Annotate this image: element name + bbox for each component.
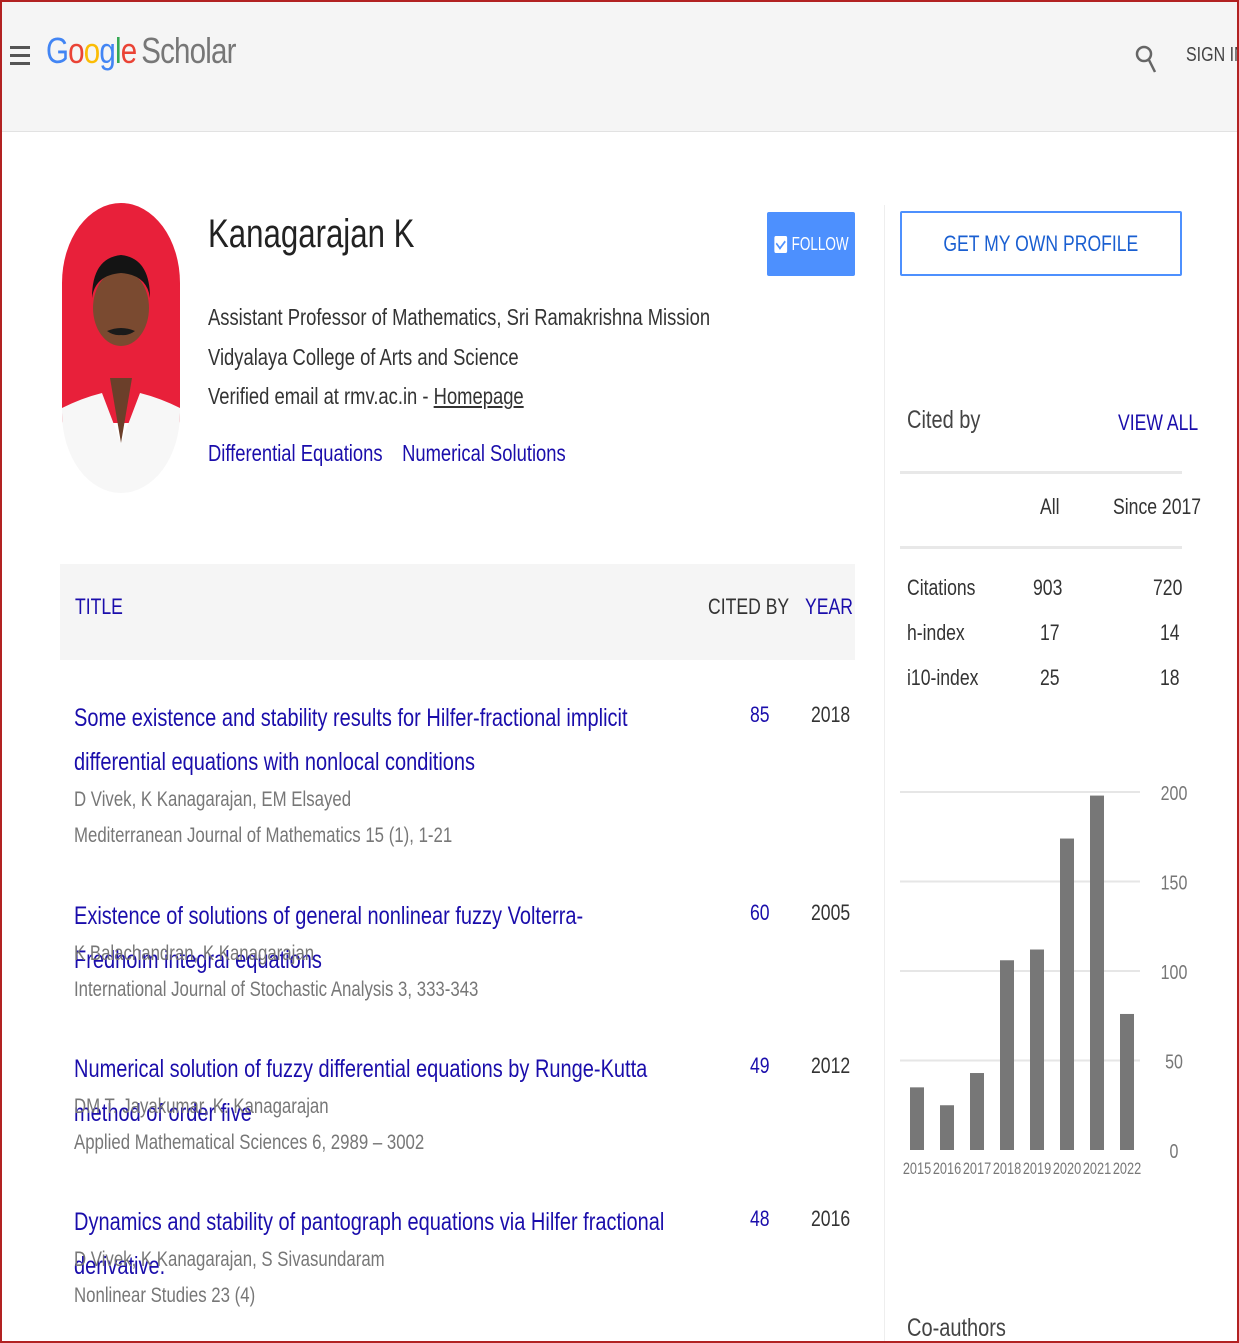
stat-label: h-index (907, 620, 965, 645)
stat-since: 14 (1160, 620, 1180, 645)
chart-svg: 0 50 100 150 200 2015 2016 2017 2018 2019 2020 2021… (900, 782, 1188, 1179)
article-authors: D Vivek, K Kanagarajan, S Sivasundaram (74, 1248, 385, 1271)
article-venue: International Journal of Stochastic Anal… (74, 978, 479, 1001)
search-icon[interactable] (1134, 42, 1158, 76)
follow-button[interactable]: FOLLOW (767, 212, 855, 276)
x-tick-label: 2015 (903, 1159, 931, 1178)
profile-affiliation: Assistant Professor of Mathematics, Sri … (208, 304, 711, 370)
x-tick-label: 2021 (1083, 1159, 1111, 1178)
stat-label: Citations (907, 575, 976, 600)
divider (900, 471, 1182, 474)
x-tick-label: 2018 (993, 1159, 1021, 1178)
article-year: 2005 (811, 900, 851, 925)
divider (900, 546, 1182, 549)
profile-email: Verified email at rmv.ac.in - Homepage (208, 383, 524, 409)
mail-check-icon (773, 235, 787, 253)
cited-by-count[interactable]: 60 (750, 900, 770, 926)
top-bar: GoogleScholar SIGN IN (0, 0, 1239, 132)
table-row: Dynamics and stability of pantograph equ… (74, 1200, 854, 1320)
stat-all: 903 (1033, 575, 1063, 600)
x-tick-label: 2020 (1053, 1159, 1081, 1178)
y-tick-label: 200 (1161, 782, 1188, 804)
article-title-link[interactable]: Existence of solutions of general nonlin… (74, 894, 666, 982)
chart-bar (1120, 1013, 1134, 1150)
article-year: 2018 (811, 702, 851, 727)
article-authors: DM T. Jayakumar, K. Kanagarajan (74, 1095, 329, 1118)
chart-bar (1090, 795, 1104, 1150)
chart-bar (1000, 960, 1014, 1150)
article-venue: Mediterranean Journal of Mathematics 15 … (74, 824, 453, 847)
chart-bar (910, 1087, 924, 1150)
menu-icon[interactable] (10, 46, 30, 68)
sign-in-link[interactable]: SIGN IN (1186, 44, 1239, 67)
sort-by-cited[interactable]: CITED BY (708, 594, 789, 620)
stat-since: 18 (1160, 665, 1180, 690)
chart-bar (940, 1105, 954, 1150)
article-year: 2012 (811, 1053, 851, 1078)
table-row: Some existence and stability results for… (74, 696, 854, 856)
table-row: Existence of solutions of general nonlin… (74, 894, 854, 1014)
coauthors-heading: Co-authors (907, 1314, 1006, 1342)
chart-bar (970, 1073, 984, 1150)
interest-link[interactable]: Numerical Solutions (402, 440, 566, 466)
article-authors: K Balachandran, K Kanagarajan (74, 942, 315, 965)
stat-since: 720 (1153, 575, 1183, 600)
y-tick-label: 150 (1161, 872, 1188, 894)
article-venue: Applied Mathematical Sciences 6, 2989 – … (74, 1131, 425, 1154)
homepage-link[interactable]: Homepage (434, 383, 524, 409)
article-title-link[interactable]: Dynamics and stability of pantograph equ… (74, 1200, 666, 1288)
cited-by-count[interactable]: 85 (750, 702, 770, 728)
article-authors: D Vivek, K Kanagarajan, EM Elsayed (74, 788, 352, 811)
sort-by-year[interactable]: YEAR (805, 594, 853, 620)
chart-bar (1030, 949, 1044, 1150)
cited-by-count[interactable]: 49 (750, 1053, 770, 1079)
view-all-link[interactable]: VIEW ALL (1118, 410, 1198, 436)
stat-all: 25 (1040, 665, 1060, 690)
article-title-link[interactable]: Numerical solution of fuzzy differential… (74, 1047, 666, 1135)
column-header-all: All (1040, 494, 1060, 519)
profile-name: Kanagarajan K (208, 212, 415, 256)
sort-by-title[interactable]: TITLE (75, 594, 123, 620)
column-header-since: Since 2017 (1113, 494, 1202, 519)
article-venue: Nonlinear Studies 23 (4) (74, 1284, 256, 1307)
cited-by-heading: Cited by (907, 406, 981, 434)
sidebar-divider (884, 205, 885, 1343)
stat-all: 17 (1040, 620, 1060, 645)
articles-table-header: TITLE CITED BY YEAR (60, 564, 855, 660)
y-tick-label: 100 (1161, 961, 1188, 983)
x-tick-label: 2022 (1113, 1159, 1141, 1178)
interest-link[interactable]: Differential Equations (208, 440, 383, 466)
google-scholar-logo[interactable]: Google Scholar (46, 30, 236, 72)
profile-interests: Differential Equations Numerical Solutio… (208, 440, 580, 467)
article-year: 2016 (811, 1206, 851, 1231)
y-tick-label: 0 (1170, 1140, 1179, 1162)
x-tick-label: 2017 (963, 1159, 991, 1178)
cited-by-count[interactable]: 48 (750, 1206, 770, 1232)
table-row: Numerical solution of fuzzy differential… (74, 1047, 854, 1167)
citations-per-year-chart: 0 50 100 150 200 2015 2016 2017 2018 2019 2020 2021… (900, 760, 1200, 1180)
x-tick-label: 2016 (933, 1159, 961, 1178)
avatar (62, 203, 180, 493)
chart-bar (1060, 838, 1074, 1150)
x-tick-label: 2019 (1023, 1159, 1051, 1178)
stat-label: i10-index (907, 665, 979, 690)
article-title-link[interactable]: Some existence and stability results for… (74, 696, 666, 784)
y-tick-label: 50 (1165, 1051, 1183, 1073)
get-my-own-profile-button[interactable]: GET MY OWN PROFILE (900, 211, 1182, 276)
